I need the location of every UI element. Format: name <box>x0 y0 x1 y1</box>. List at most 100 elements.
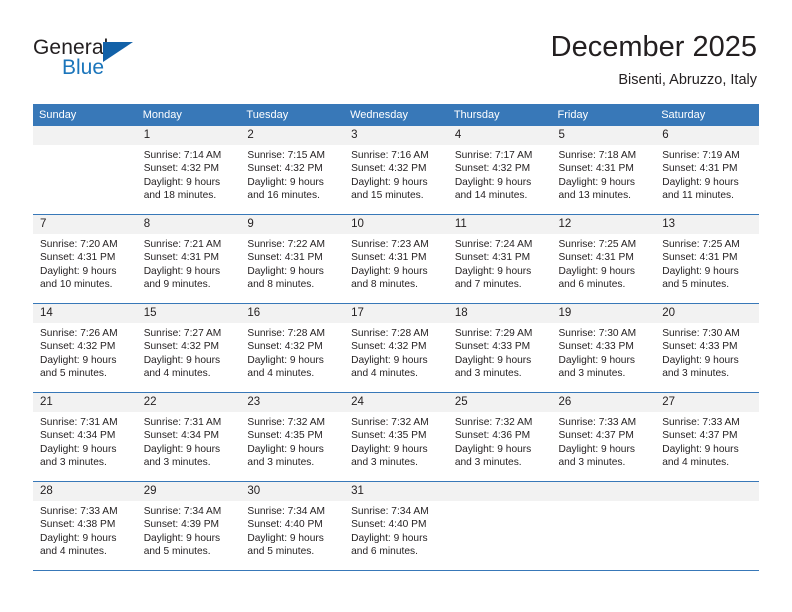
day-detail-line: and 5 minutes. <box>40 368 107 380</box>
day-details: Sunrise: 7:34 AM Sunset: 4:40 PM Daylight:… <box>344 501 448 559</box>
calendar-day-cell[interactable]: 5 Sunrise: 7:18 AM Sunset: 4:31 PM Daylight… <box>551 126 656 215</box>
day-detail-line: and 7 minutes. <box>454 279 522 291</box>
day-detail-line: Sunrise: 7:33 AM <box>558 417 637 428</box>
calendar-day-cell[interactable]: 12 Sunrise: 7:25 AM Sunset: 4:31 PM Dayligh… <box>551 214 656 304</box>
day-details: Sunrise: 7:16 AM Sunset: 4:32 PM Daylight:… <box>344 145 448 203</box>
logo-text-blue: Blue <box>62 56 105 79</box>
day-detail-line: Sunrise: 7:30 AM <box>558 328 637 339</box>
day-detail-line: Daylight: 9 hours <box>662 443 739 455</box>
day-detail-line: Sunset: 4:32 PM <box>143 163 220 175</box>
day-number: 28 <box>33 482 137 501</box>
day-detail-line: Daylight: 9 hours <box>454 265 532 277</box>
day-cell-content: 28 Sunrise: 7:33 AM Sunset: 4:38 PM Dayligh… <box>33 482 137 570</box>
weekday-header-friday: Friday <box>551 104 656 126</box>
calendar-day-cell[interactable]: 4 Sunrise: 7:17 AM Sunset: 4:32 PM Daylight… <box>447 126 552 215</box>
day-details: Sunrise: 7:30 AM Sunset: 4:33 PM Daylight:… <box>552 323 656 381</box>
calendar-day-cell[interactable]: 24 Sunrise: 7:32 AM Sunset: 4:35 PM Dayligh… <box>344 392 448 482</box>
day-number: 27 <box>655 393 759 412</box>
day-cell-content: 7 Sunrise: 7:20 AM Sunset: 4:31 PM Daylight… <box>33 215 137 303</box>
calendar-day-cell[interactable]: 21 Sunrise: 7:31 AM Sunset: 4:34 PM Dayligh… <box>33 392 137 482</box>
calendar-day-cell[interactable]: 13 Sunrise: 7:25 AM Sunset: 4:31 PM Dayligh… <box>655 214 759 304</box>
calendar-day-cell[interactable]: 11 Sunrise: 7:24 AM Sunset: 4:31 PM Dayligh… <box>447 214 552 304</box>
calendar-header-row: Sunday Monday Tuesday Wednesday Thursday Frid… <box>33 104 759 126</box>
day-cell-content: 30 Sunrise: 7:34 AM Sunset: 4:40 PM Dayligh… <box>240 482 345 570</box>
day-cell-content: 25 Sunrise: 7:32 AM Sunset: 4:36 PM Dayligh… <box>447 393 552 481</box>
day-details: Sunrise: 7:25 AM Sunset: 4:31 PM Daylight:… <box>552 234 656 292</box>
calendar-day-cell[interactable]: 14 Sunrise: 7:26 AM Sunset: 4:32 PM Dayligh… <box>33 303 137 393</box>
day-detail-line: Sunset: 4:33 PM <box>662 341 738 353</box>
day-detail-line: Daylight: 9 hours <box>558 443 635 455</box>
day-cell-content: 21 Sunrise: 7:31 AM Sunset: 4:34 PM Dayligh… <box>33 393 137 481</box>
calendar-day-cell[interactable]: 20 Sunrise: 7:30 AM Sunset: 4:33 PM Dayligh… <box>655 303 759 393</box>
calendar-day-cell[interactable]: 16 Sunrise: 7:28 AM Sunset: 4:32 PM Dayligh… <box>240 303 345 393</box>
day-cell-content <box>655 482 759 570</box>
calendar-day-cell[interactable]: 26 Sunrise: 7:33 AM Sunset: 4:37 PM Dayligh… <box>551 392 656 482</box>
day-number: 6 <box>655 126 759 145</box>
day-detail-line: and 3 minutes. <box>351 457 418 469</box>
day-cell-content <box>33 126 137 214</box>
calendar-day-cell[interactable]: 2 Sunrise: 7:15 AM Sunset: 4:32 PM Daylight… <box>240 126 345 215</box>
day-details: Sunrise: 7:34 AM Sunset: 4:39 PM Daylight:… <box>137 501 241 559</box>
day-details: Sunrise: 7:27 AM Sunset: 4:32 PM Daylight:… <box>137 323 241 381</box>
calendar-day-cell[interactable]: 23 Sunrise: 7:32 AM Sunset: 4:35 PM Dayligh… <box>240 392 345 482</box>
day-number: 16 <box>240 304 345 323</box>
day-detail-line: Sunset: 4:31 PM <box>558 252 634 264</box>
calendar-day-cell[interactable]: 30 Sunrise: 7:34 AM Sunset: 4:40 PM Dayligh… <box>240 481 345 571</box>
calendar-day-cell[interactable]: 18 Sunrise: 7:29 AM Sunset: 4:33 PM Dayligh… <box>447 303 552 393</box>
day-detail-line: Sunrise: 7:24 AM <box>454 239 533 250</box>
calendar-day-cell[interactable]: 1 Sunrise: 7:14 AM Sunset: 4:32 PM Daylight… <box>136 126 241 215</box>
weekday-header-saturday: Saturday <box>655 104 759 126</box>
day-detail-line: Sunset: 4:31 PM <box>454 252 531 264</box>
calendar-cell-empty <box>551 481 656 571</box>
day-detail-line: Sunset: 4:32 PM <box>247 341 323 353</box>
day-detail-line: Daylight: 9 hours <box>558 354 635 366</box>
day-cell-content: 3 Sunrise: 7:16 AM Sunset: 4:32 PM Daylight… <box>344 126 448 214</box>
day-detail-line: Sunrise: 7:23 AM <box>351 239 429 250</box>
day-detail-line: Sunrise: 7:20 AM <box>40 239 118 250</box>
calendar-day-cell[interactable]: 9 Sunrise: 7:22 AM Sunset: 4:31 PM Daylight… <box>240 214 345 304</box>
day-detail-line: and 3 minutes. <box>558 368 626 380</box>
calendar-day-cell[interactable]: 27 Sunrise: 7:33 AM Sunset: 4:37 PM Dayligh… <box>655 392 759 482</box>
day-details: Sunrise: 7:22 AM Sunset: 4:31 PM Daylight:… <box>240 234 344 292</box>
weekday-header-sunday: Sunday <box>33 104 137 126</box>
weekday-header-tuesday: Tuesday <box>240 104 345 126</box>
calendar-day-cell[interactable]: 8 Sunrise: 7:21 AM Sunset: 4:31 PM Daylight… <box>136 214 241 304</box>
calendar-day-cell[interactable]: 29 Sunrise: 7:34 AM Sunset: 4:39 PM Dayligh… <box>136 481 241 571</box>
day-detail-line: Sunset: 4:32 PM <box>40 341 116 353</box>
day-detail-line: Daylight: 9 hours <box>247 176 324 188</box>
day-details: Sunrise: 7:31 AM Sunset: 4:34 PM Daylight:… <box>33 412 137 470</box>
day-number: 15 <box>136 304 241 323</box>
day-detail-line: Daylight: 9 hours <box>247 532 324 544</box>
day-detail-line: Daylight: 9 hours <box>351 443 428 455</box>
calendar-day-cell[interactable]: 31 Sunrise: 7:34 AM Sunset: 4:40 PM Dayligh… <box>344 481 448 571</box>
day-detail-line: Daylight: 9 hours <box>247 443 324 455</box>
calendar-day-cell[interactable]: 10 Sunrise: 7:23 AM Sunset: 4:31 PM Dayligh… <box>344 214 448 304</box>
calendar-day-cell[interactable]: 6 Sunrise: 7:19 AM Sunset: 4:31 PM Daylight… <box>655 126 759 215</box>
calendar-day-cell[interactable]: 22 Sunrise: 7:31 AM Sunset: 4:34 PM Dayligh… <box>136 392 241 482</box>
calendar-day-cell[interactable]: 7 Sunrise: 7:20 AM Sunset: 4:31 PM Daylight… <box>33 214 137 304</box>
calendar-day-cell[interactable]: 17 Sunrise: 7:28 AM Sunset: 4:32 PM Dayligh… <box>344 303 448 393</box>
day-detail-line: and 15 minutes. <box>351 190 424 202</box>
day-details: Sunrise: 7:18 AM Sunset: 4:31 PM Daylight:… <box>552 145 656 203</box>
day-detail-line: Sunrise: 7:33 AM <box>662 417 740 428</box>
day-cell-content: 16 Sunrise: 7:28 AM Sunset: 4:32 PM Dayligh… <box>240 304 345 392</box>
day-number <box>447 482 552 501</box>
calendar-day-cell[interactable]: 28 Sunrise: 7:33 AM Sunset: 4:38 PM Dayligh… <box>33 481 137 571</box>
day-detail-line: and 10 minutes. <box>40 279 113 291</box>
day-detail-line: Sunset: 4:36 PM <box>454 430 531 442</box>
day-detail-line: Sunrise: 7:32 AM <box>454 417 533 428</box>
day-details: Sunrise: 7:30 AM Sunset: 4:33 PM Daylight:… <box>655 323 759 381</box>
day-detail-line: and 13 minutes. <box>558 190 632 202</box>
general-blue-logo[interactable]: General Blue <box>33 36 163 84</box>
weekday-header-wednesday: Wednesday <box>344 104 448 126</box>
calendar-day-cell[interactable]: 19 Sunrise: 7:30 AM Sunset: 4:33 PM Dayligh… <box>551 303 656 393</box>
calendar-day-cell[interactable]: 15 Sunrise: 7:27 AM Sunset: 4:32 PM Dayligh… <box>136 303 241 393</box>
day-number: 29 <box>136 482 241 501</box>
day-detail-line: Sunrise: 7:21 AM <box>143 239 222 250</box>
weekday-header-thursday: Thursday <box>447 104 552 126</box>
day-detail-line: Daylight: 9 hours <box>40 265 117 277</box>
day-detail-line: Sunrise: 7:34 AM <box>351 506 429 517</box>
day-detail-line: Daylight: 9 hours <box>558 265 635 277</box>
calendar-day-cell[interactable]: 25 Sunrise: 7:32 AM Sunset: 4:36 PM Dayligh… <box>447 392 552 482</box>
calendar-day-cell[interactable]: 3 Sunrise: 7:16 AM Sunset: 4:32 PM Daylight… <box>344 126 448 215</box>
